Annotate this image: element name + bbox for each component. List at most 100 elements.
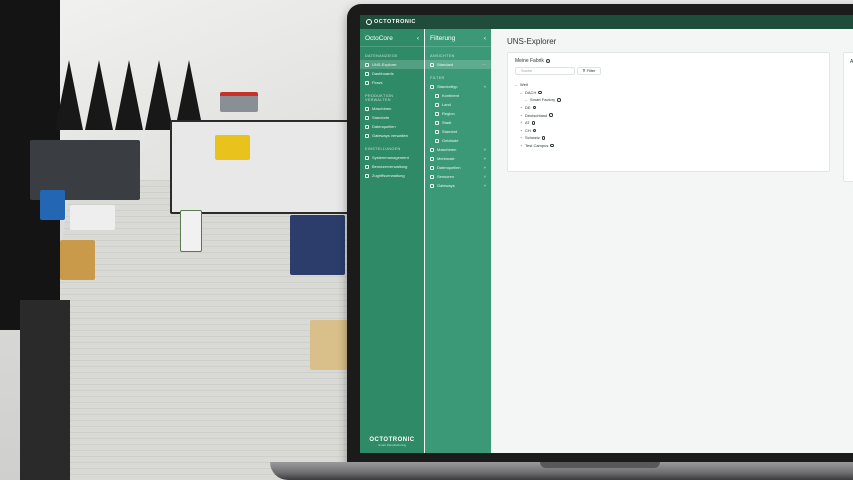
- tree-node-label: Test Campus: [525, 143, 549, 149]
- filter-item-stadt[interactable]: Stadt: [425, 118, 491, 127]
- sidebar-item-gateways[interactable]: Gateways verwalten: [360, 131, 424, 140]
- node-info-icon[interactable]: [531, 121, 536, 125]
- sidebar-item-maschinen[interactable]: Maschinen: [360, 104, 424, 113]
- photo-lego-terminal: [180, 210, 202, 252]
- filter-item-label: Kontinent: [442, 93, 459, 98]
- radio-icon: [435, 111, 439, 116]
- node-info-icon[interactable]: [538, 90, 542, 95]
- search-input[interactable]: Suche: [515, 67, 575, 75]
- sidebar-item-dashboards[interactable]: Dashboards: [360, 69, 424, 78]
- uns-tree: – Welt – DACH – Smart Factory + DE + Deu…: [515, 81, 561, 149]
- filter-item-kontinent[interactable]: Kontinent: [425, 91, 491, 100]
- photo-foam-spike: [115, 60, 143, 130]
- sidebar-item-label: Zugriffsverwaltung: [372, 173, 405, 178]
- filter-sidebar: Filterung ‹ Ansichten Standard ⋯ Filter …: [425, 29, 491, 453]
- sidebar-item-label: Benutzerverwaltung: [372, 164, 408, 169]
- brand-name: OCTOTRONIC: [374, 19, 416, 25]
- tree-node[interactable]: – DACH: [515, 89, 561, 97]
- photo-foam-spike: [55, 60, 83, 130]
- chevron-down-icon: ˅: [483, 165, 486, 170]
- sidebar-item-label: Standorte: [372, 115, 390, 120]
- filter-item-gebaeude[interactable]: Gebäude: [425, 136, 491, 145]
- sidebar-item-label: Maschinen: [372, 106, 392, 111]
- sidebar-item-datenquellen[interactable]: Datenquellen: [360, 122, 424, 131]
- tree-node[interactable]: – Smart Factory: [515, 96, 561, 104]
- filter-item-merkmale[interactable]: Merkmale ˅: [425, 154, 491, 163]
- filter-item-datenquellen[interactable]: Datenquellen ˅: [425, 163, 491, 172]
- machine-icon: [365, 106, 369, 111]
- top-bar: OCTOTRONIC: [360, 15, 853, 29]
- filter-item-gateways[interactable]: Gateways ˅: [425, 181, 491, 190]
- tree-node[interactable]: + DE: [515, 104, 561, 112]
- node-info-icon[interactable]: [532, 128, 537, 133]
- sidebar-item-flows[interactable]: Flows: [360, 78, 424, 87]
- filter-item-label: Land: [442, 102, 451, 107]
- collapse-sidebar-icon[interactable]: ‹: [417, 35, 419, 42]
- sidebar-section-label: Einstellungen: [365, 147, 401, 151]
- sidebar-footer-logo: OCTOTRONIC Smart Manufacturing: [360, 437, 424, 447]
- sidebar-item-label: Datenquellen: [372, 124, 396, 129]
- sidebar-item-label: Systemmanagement: [372, 155, 409, 160]
- photo-table-edge: [20, 300, 70, 480]
- filter-item-label: Merkmale: [437, 156, 455, 161]
- filter-group-icon: [430, 156, 434, 161]
- explorer-icon: [365, 62, 369, 67]
- radio-icon: [435, 129, 439, 134]
- node-info-icon[interactable]: [557, 98, 561, 102]
- filter-item-maschinen[interactable]: Maschinen ˅: [425, 145, 491, 154]
- sidebar-item-label: Flows: [372, 80, 383, 85]
- filter-item-region[interactable]: Region: [425, 109, 491, 118]
- page-title: UNS-Explorer: [507, 37, 557, 46]
- tree-node-label: CH: [525, 127, 531, 133]
- tree-node[interactable]: – Welt: [515, 81, 561, 89]
- node-info-icon[interactable]: [541, 136, 546, 140]
- filter-group-icon: [430, 183, 434, 188]
- tree-node[interactable]: + CH: [515, 127, 561, 135]
- card-title: Meine Fabrik: [515, 58, 544, 64]
- filter-item-label: Standorttyp: [437, 84, 458, 89]
- filter-item-label: Datenquellen: [437, 165, 461, 170]
- laptop-notch: [540, 462, 660, 468]
- view-item-standard[interactable]: Standard ⋯: [425, 60, 491, 69]
- filter-item-land[interactable]: Land: [425, 100, 491, 109]
- node-info-icon[interactable]: [532, 105, 537, 110]
- tree-node[interactable]: + Deutschland: [515, 111, 561, 119]
- location-icon: [365, 115, 369, 120]
- details-card: A: [843, 52, 853, 182]
- filter-section-label: Filter: [430, 76, 445, 80]
- sidebar-item-benutzerverwaltung[interactable]: Benutzerverwaltung: [360, 162, 424, 171]
- tree-node[interactable]: + Schweiz: [515, 134, 561, 142]
- datasource-icon: [365, 124, 369, 129]
- node-info-icon[interactable]: [550, 143, 554, 148]
- tree-node[interactable]: + Test Campus: [515, 142, 561, 150]
- filter-section-label: Ansichten: [430, 54, 455, 58]
- edit-icon[interactable]: [545, 59, 550, 63]
- sidebar-item-standorte[interactable]: Standorte: [360, 113, 424, 122]
- filter-button[interactable]: ⊽ Filter: [577, 67, 601, 75]
- primary-sidebar: OctoCore ‹ Datenanzeige UNS-Explorer Das…: [360, 29, 424, 453]
- tree-node-label: AT: [525, 120, 530, 126]
- chevron-down-icon: ˅: [483, 156, 486, 161]
- photo-lego-crates: [60, 240, 95, 280]
- photo-foam-spike: [85, 60, 113, 130]
- sidebar-item-systemmanagement[interactable]: Systemmanagement: [360, 153, 424, 162]
- sidebar-title: OctoCore: [365, 35, 393, 42]
- filter-item-label: Gebäude: [442, 138, 459, 143]
- filter-item-standorttyp[interactable]: Standorttyp ˄: [425, 82, 491, 91]
- card-header: Meine Fabrik: [515, 58, 550, 64]
- chevron-down-icon: ˅: [483, 147, 486, 152]
- sidebar-item-zugriffsverwaltung[interactable]: Zugriffsverwaltung: [360, 171, 424, 180]
- footer-brand-sub: Smart Manufacturing: [378, 443, 406, 447]
- tree-node[interactable]: + AT: [515, 119, 561, 127]
- filter-title: Filterung: [430, 35, 456, 42]
- collapse-filter-icon[interactable]: ‹: [484, 35, 486, 42]
- flow-icon: [365, 80, 369, 85]
- main-content: UNS-Explorer Meine Fabrik Suche ⊽ Filter…: [492, 29, 853, 453]
- filter-item-sensoren[interactable]: Sensoren ˅: [425, 172, 491, 181]
- view-item-label: Standard: [437, 62, 454, 67]
- sidebar-item-uns-explorer[interactable]: UNS-Explorer: [360, 60, 424, 69]
- filter-item-standort[interactable]: Standort: [425, 127, 491, 136]
- filter-header: Filterung ‹: [425, 29, 491, 47]
- node-info-icon[interactable]: [549, 113, 553, 117]
- photo-lego-roof-unit: [220, 92, 258, 112]
